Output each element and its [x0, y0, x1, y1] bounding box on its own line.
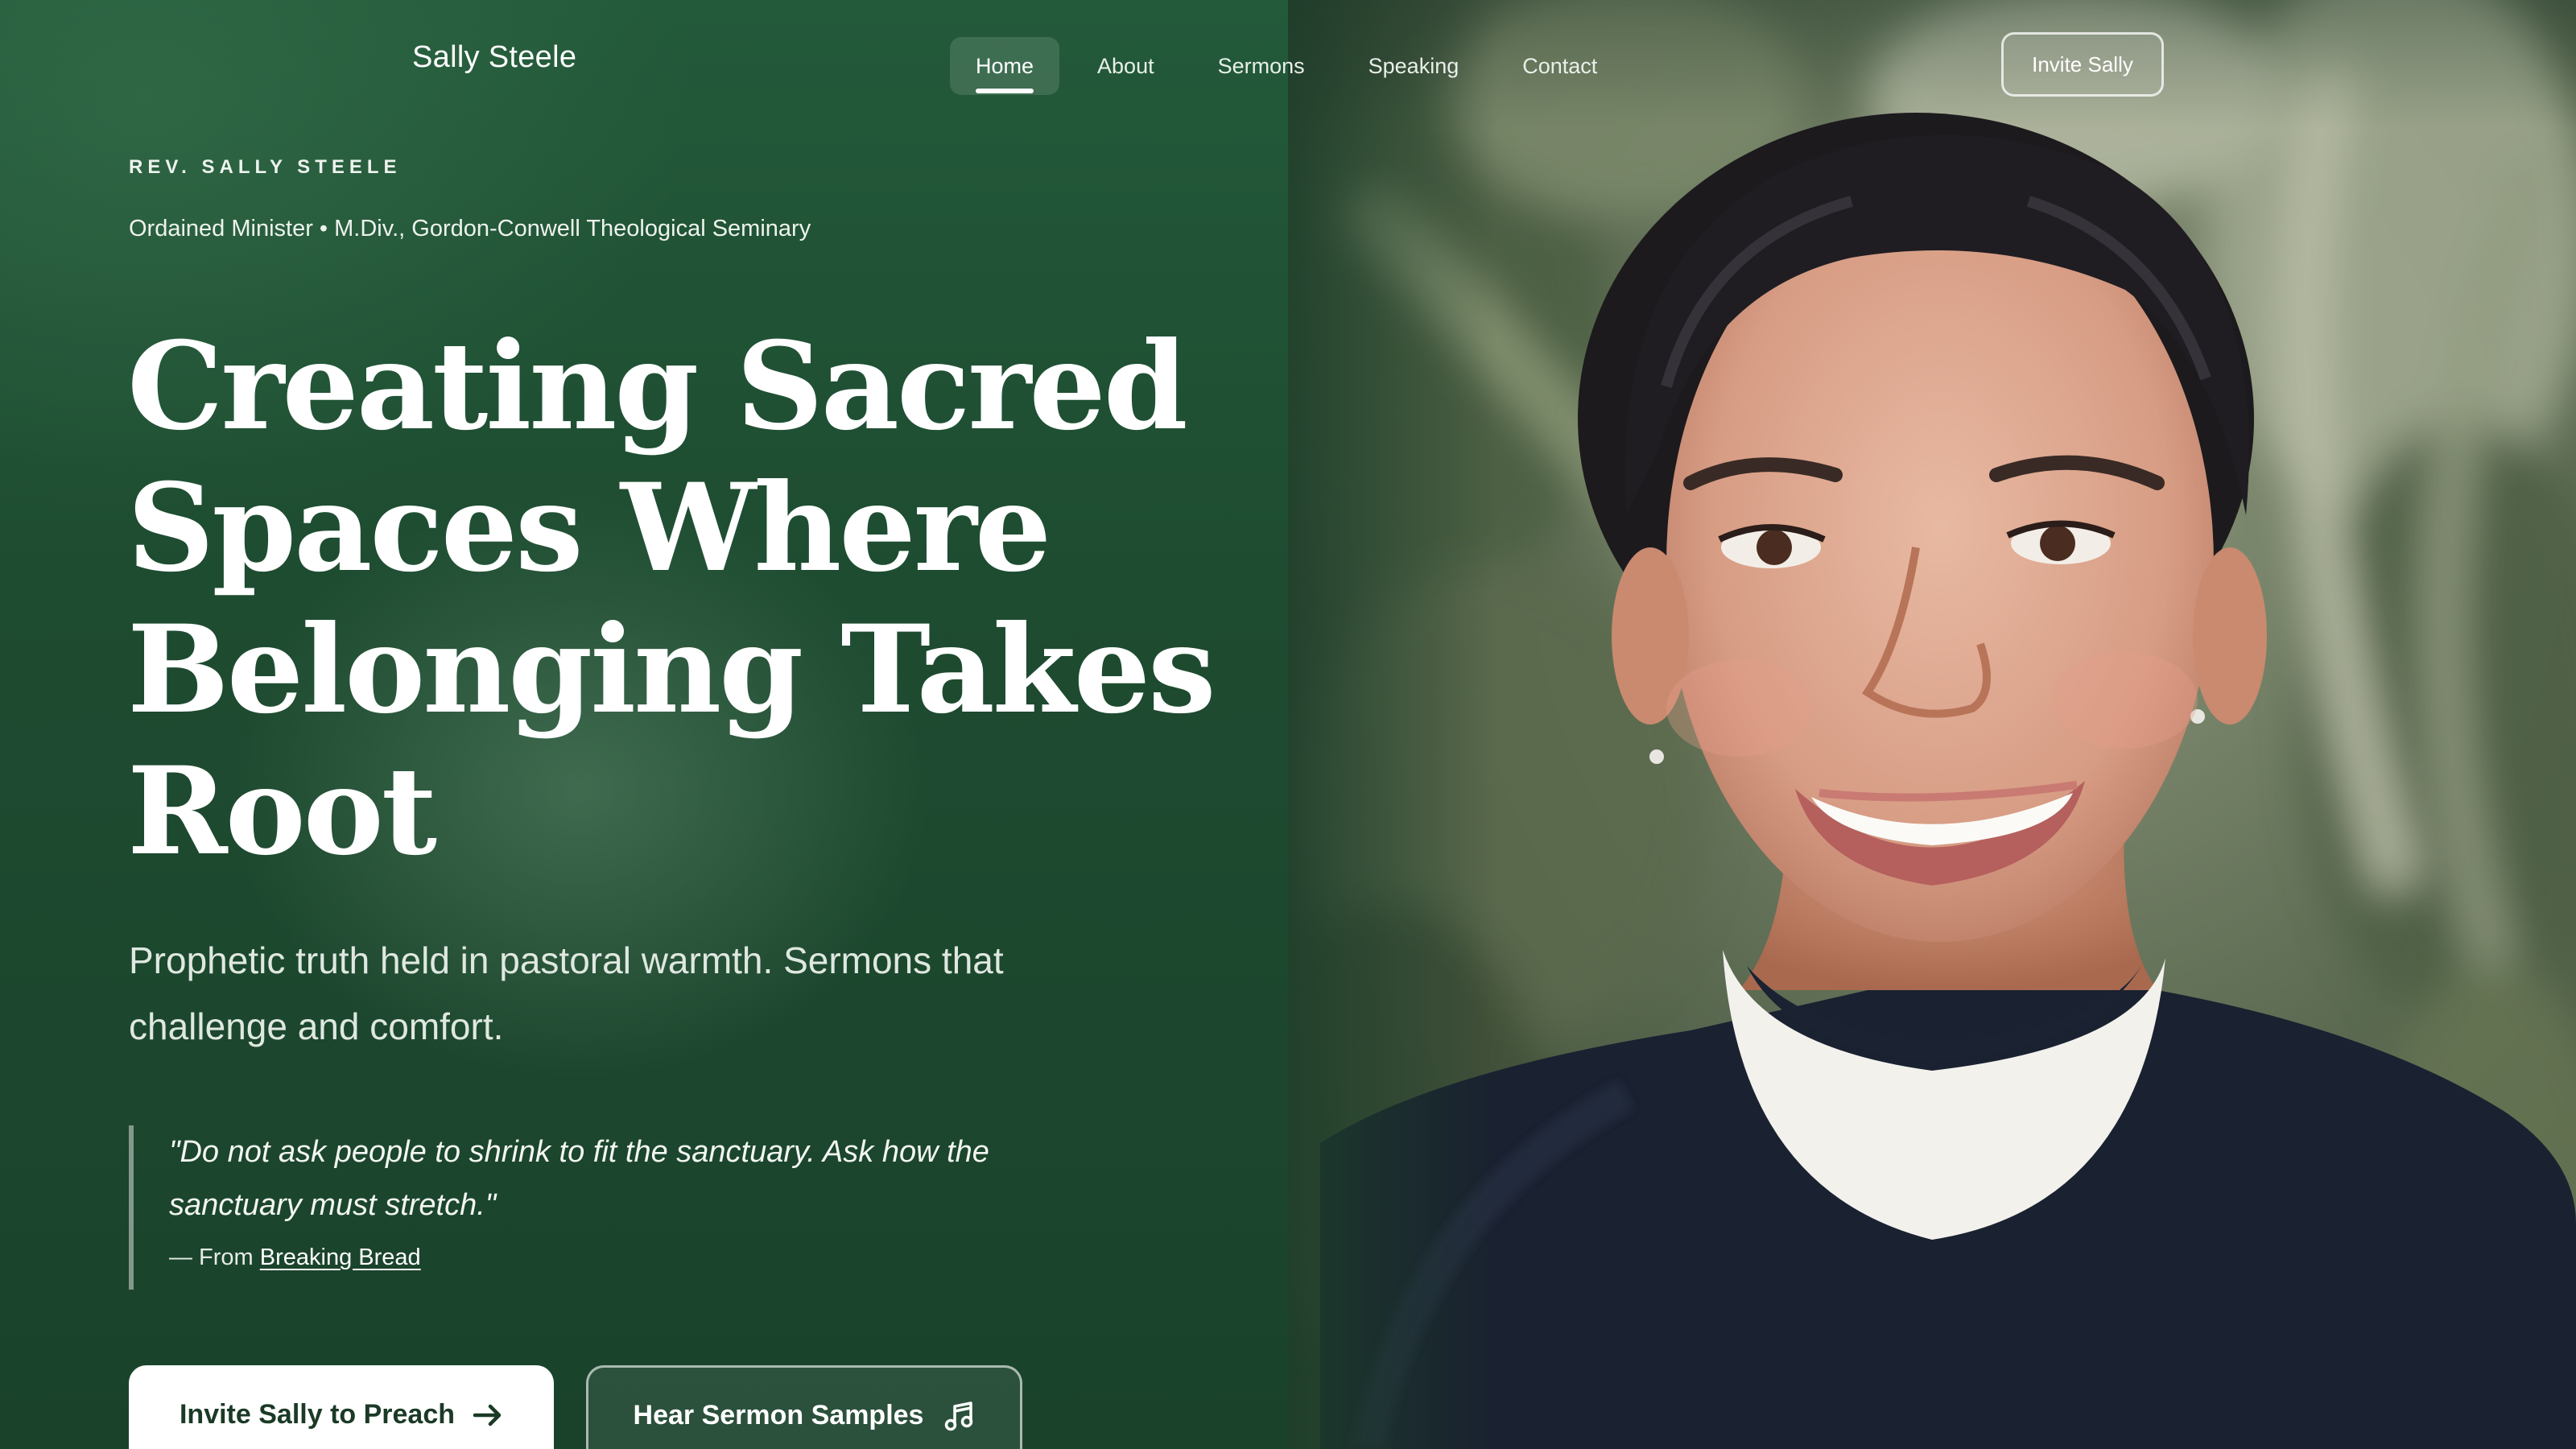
portrait-photo	[1288, 0, 2576, 1449]
invite-to-preach-button[interactable]: Invite Sally to Preach	[129, 1365, 554, 1449]
hero-subhead: Prophetic truth held in pastoral warmth.…	[129, 939, 1004, 1047]
nav-speaking[interactable]: Speaking	[1343, 37, 1485, 95]
arrow-right-icon	[473, 1399, 503, 1439]
nav-contact[interactable]: Contact	[1496, 37, 1623, 95]
nav-sermons[interactable]: Sermons	[1192, 37, 1331, 95]
nav-about[interactable]: About	[1071, 37, 1180, 95]
hear-sermon-samples-button[interactable]: Hear Sermon Samples	[586, 1365, 1022, 1449]
site-header: Sally Steele Home About Sermons Speaking…	[0, 0, 2576, 129]
hero-quote: "Do not ask people to shrink to fit the …	[129, 1125, 1046, 1290]
quote-source-prefix: — From	[169, 1245, 254, 1270]
invite-to-preach-label: Invite Sally to Preach	[179, 1399, 456, 1430]
hero-headline: Creating Sacred Spaces Where Belonging T…	[127, 316, 1216, 882]
invite-sally-button[interactable]: Invite Sally	[2001, 32, 2164, 97]
hero-eyebrow: REV. SALLY STEELE	[129, 156, 402, 178]
hear-sermon-samples-label: Hear Sermon Samples	[633, 1400, 924, 1430]
quote-source: — From Breaking Bread	[169, 1245, 1046, 1271]
quote-source-link[interactable]: Breaking Bread	[260, 1245, 421, 1270]
nav-home[interactable]: Home	[950, 37, 1060, 95]
main-nav: Home About Sermons Speaking Contact	[950, 37, 1635, 95]
brand-logo[interactable]: Sally Steele	[412, 40, 576, 75]
music-note-icon	[944, 1400, 975, 1439]
quote-text: "Do not ask people to shrink to fit the …	[169, 1135, 989, 1222]
hero-credentials: Ordained Minister • M.Div., Gordon-Conwe…	[129, 216, 811, 242]
